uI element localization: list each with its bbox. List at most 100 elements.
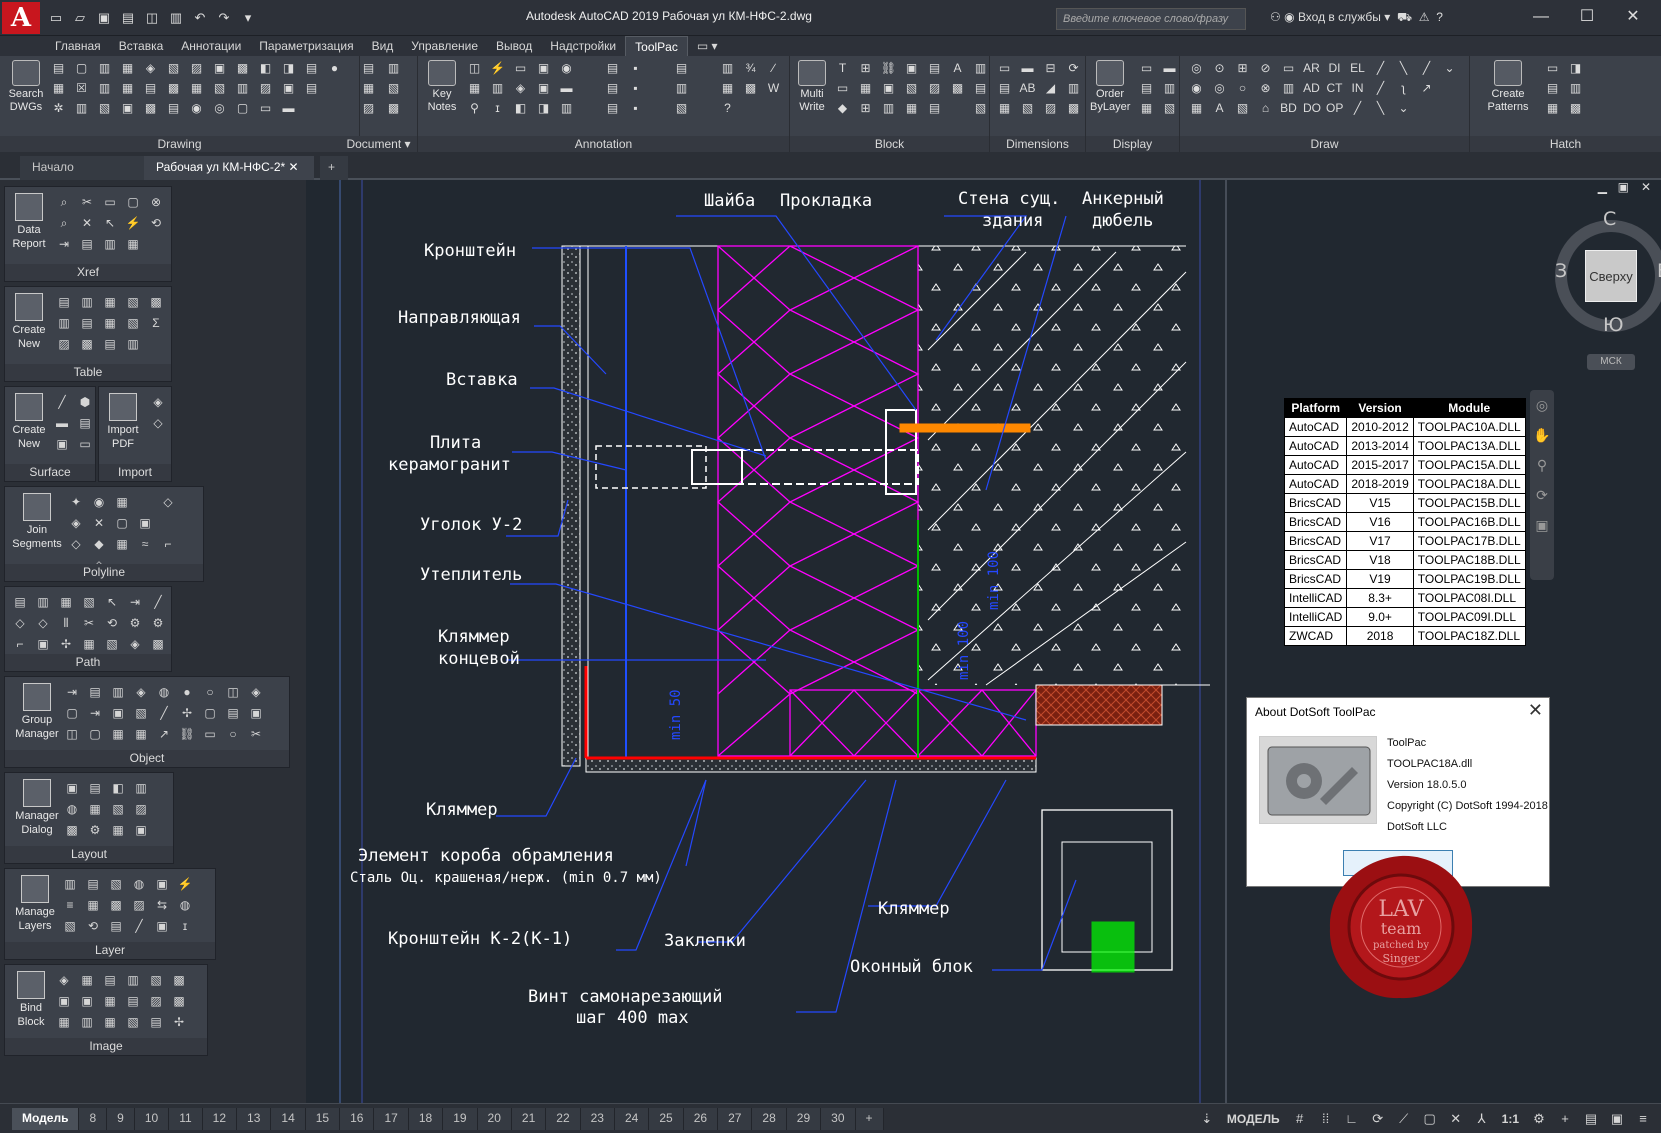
tool-icon[interactable]: ▥ [124, 971, 142, 989]
tool-icon[interactable]: ⇆ [153, 896, 171, 914]
tool-icon[interactable]: ▪ [627, 60, 644, 77]
pan-icon[interactable]: ✋ [1530, 420, 1554, 450]
tool-icon[interactable]: ʅ [1395, 80, 1412, 97]
tool-icon[interactable]: ▤ [972, 80, 989, 97]
tool-icon[interactable]: ▦ [188, 80, 205, 97]
layout-tab[interactable]: 23 [581, 1108, 615, 1130]
tool-icon[interactable]: ▤ [86, 683, 104, 701]
restore-viewport-icon[interactable]: ▣ [1618, 180, 1629, 194]
viewcube-south[interactable]: Ю [1603, 314, 1624, 336]
tool-icon[interactable]: ◇ [11, 614, 29, 632]
layout-tab[interactable]: 17 [374, 1108, 408, 1130]
tool-icon[interactable]: ɪ [489, 100, 506, 117]
tool-icon[interactable]: ↖ [101, 214, 119, 232]
tool-icon[interactable]: ▥ [78, 1013, 96, 1031]
tool-icon[interactable]: ✕ [78, 214, 96, 232]
tool-icon[interactable]: ▨ [1042, 100, 1059, 117]
tool-icon[interactable]: ▤ [604, 100, 621, 117]
tool-icon[interactable]: ▦ [50, 80, 67, 97]
tool-icon[interactable]: ▦ [86, 800, 104, 818]
tool-icon[interactable] [581, 100, 598, 117]
layout-tab[interactable]: 29 [787, 1108, 821, 1130]
tool-icon[interactable]: ⊘ [1257, 60, 1274, 77]
tool-icon[interactable] [696, 100, 713, 117]
tool-icon[interactable]: ▤ [604, 60, 621, 77]
tool-icon[interactable]: ▭ [101, 193, 119, 211]
layout-tab[interactable]: 24 [615, 1108, 649, 1130]
exchange-icon[interactable]: ⚠ [1419, 10, 1430, 24]
tool-icon[interactable]: ▦ [124, 235, 142, 253]
tool-icon[interactable]: ◉ [188, 100, 205, 117]
tool-icon[interactable]: ▨ [132, 800, 150, 818]
tool-icon[interactable]: ▭ [1138, 60, 1155, 77]
tool-icon[interactable]: ◇ [67, 535, 85, 553]
tool-icon[interactable]: Σ [147, 314, 165, 332]
doc-tool-icon[interactable]: ▨ [360, 100, 377, 117]
tool-icon[interactable]: ⊗ [1257, 80, 1274, 97]
tool-icon[interactable]: ▥ [109, 683, 127, 701]
layout-tab[interactable]: 27 [718, 1108, 752, 1130]
tool-icon[interactable]: ⊞ [1234, 60, 1251, 77]
tool-icon[interactable]: ◢ [1042, 80, 1059, 97]
tool-icon[interactable]: ⊟ [1042, 60, 1059, 77]
tool-icon[interactable]: ▤ [926, 100, 943, 117]
tool-icon[interactable]: ◨ [535, 100, 552, 117]
doc-tool-icon[interactable]: ▧ [385, 80, 402, 97]
layout-tab[interactable]: 25 [649, 1108, 683, 1130]
tool-icon[interactable]: ◨ [1567, 60, 1584, 77]
tool-icon[interactable] [949, 100, 966, 117]
doc-tool-icon[interactable]: ▤ [360, 60, 377, 77]
tool-icon[interactable]: ⚙ [86, 821, 104, 839]
hardware-icon[interactable]: ▤ [1581, 1108, 1601, 1130]
tool-icon[interactable]: DI [1326, 60, 1343, 77]
tool-icon[interactable]: ▤ [50, 60, 67, 77]
tool-icon[interactable]: ▨ [188, 60, 205, 77]
tool-icon[interactable]: ɪ [176, 917, 194, 935]
tool-icon[interactable]: ╱ [1372, 80, 1389, 97]
tool-icon[interactable]: ◆ [834, 100, 851, 117]
model-space-button[interactable]: МОДЕЛЬ [1223, 1108, 1284, 1130]
tool-icon[interactable]: ▤ [142, 80, 159, 97]
tool-icon[interactable]: ▤ [124, 992, 142, 1010]
tool-icon[interactable]: ◉ [558, 60, 575, 77]
tool-icon[interactable]: ╱ [155, 704, 173, 722]
tool-icon[interactable]: ▨ [257, 80, 274, 97]
ribbon-options-button[interactable]: ▭ ▾ [688, 36, 727, 56]
bind-block-button[interactable]: Bind Block [9, 971, 53, 1029]
tool-icon[interactable]: ▣ [132, 821, 150, 839]
layout-tab[interactable]: 30 [821, 1108, 855, 1130]
tool-icon[interactable]: ▧ [147, 971, 165, 989]
tool-icon[interactable]: ▣ [280, 80, 297, 97]
tool-icon[interactable]: ◨ [280, 60, 297, 77]
tool-icon[interactable]: ▤ [86, 779, 104, 797]
tool-icon[interactable]: ▢ [234, 100, 251, 117]
tool-icon[interactable]: ▢ [113, 514, 131, 532]
tool-icon[interactable]: ▭ [201, 725, 219, 743]
manage-layers-button[interactable]: Manage Layers [9, 875, 61, 933]
qat-dropdown-icon[interactable]: ▾ [238, 9, 258, 27]
tool-icon[interactable]: ▤ [76, 414, 94, 432]
tool-icon[interactable]: ○ [201, 683, 219, 701]
layout-tab[interactable]: 15 [306, 1108, 340, 1130]
create-surface-button[interactable]: Create New [9, 393, 49, 451]
search-dwgs-button[interactable]: Search DWGs [6, 60, 46, 114]
tool-icon[interactable]: ◎ [1211, 80, 1228, 97]
minimize-viewport-icon[interactable]: ▁ [1598, 180, 1607, 194]
steering-wheel-icon[interactable]: ◎ [1530, 390, 1554, 420]
ribbon-tab[interactable]: Аннотации [172, 36, 250, 56]
layout-tab[interactable]: 13 [237, 1108, 271, 1130]
tool-icon[interactable]: DO [1303, 100, 1320, 117]
tool-icon[interactable]: ▤ [11, 593, 29, 611]
tool-icon[interactable]: ▦ [119, 60, 136, 77]
tool-icon[interactable]: ✲ [50, 100, 67, 117]
layout-tab[interactable]: 28 [752, 1108, 786, 1130]
tool-icon[interactable]: ↗ [155, 725, 173, 743]
doc-tool-icon[interactable]: ▥ [385, 60, 402, 77]
tool-icon[interactable]: ▨ [55, 335, 73, 353]
tool-icon[interactable]: ◈ [55, 971, 73, 989]
tool-icon[interactable]: ▦ [78, 971, 96, 989]
tool-icon[interactable]: ◈ [247, 683, 265, 701]
tool-icon[interactable]: ▥ [96, 80, 113, 97]
tool-icon[interactable]: ⊞ [857, 60, 874, 77]
tool-icon[interactable]: ▧ [972, 100, 989, 117]
